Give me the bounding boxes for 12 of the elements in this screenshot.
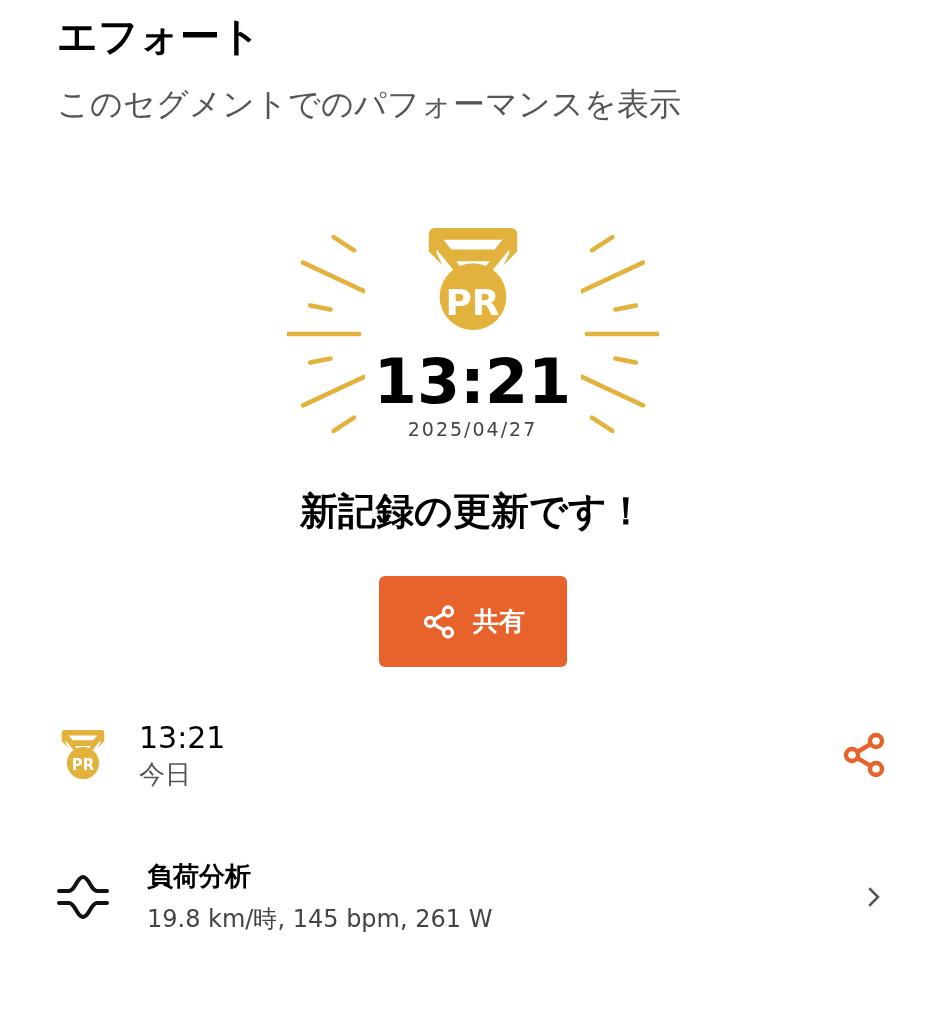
analysis-row[interactable]: 負荷分析 19.8 km/時, 145 bpm, 261 W bbox=[0, 859, 945, 935]
effort-time: 13:21 bbox=[139, 719, 227, 757]
page-subtitle: このセグメントでのパフォーマンスを表示 bbox=[57, 84, 682, 125]
record-time: 13:21 bbox=[373, 348, 572, 416]
analysis-details: 19.8 km/時, 145 bpm, 261 W bbox=[147, 904, 494, 935]
record-message: 新記録の更新です！ bbox=[299, 488, 646, 535]
analysis-title: 負荷分析 bbox=[147, 860, 252, 893]
record-date: 2025/04/27 bbox=[407, 417, 538, 442]
effort-date: 今日 bbox=[139, 758, 192, 791]
medal-label: PR bbox=[444, 285, 501, 322]
medal-label: PR bbox=[70, 757, 96, 773]
page-title: エフォート bbox=[57, 12, 262, 61]
